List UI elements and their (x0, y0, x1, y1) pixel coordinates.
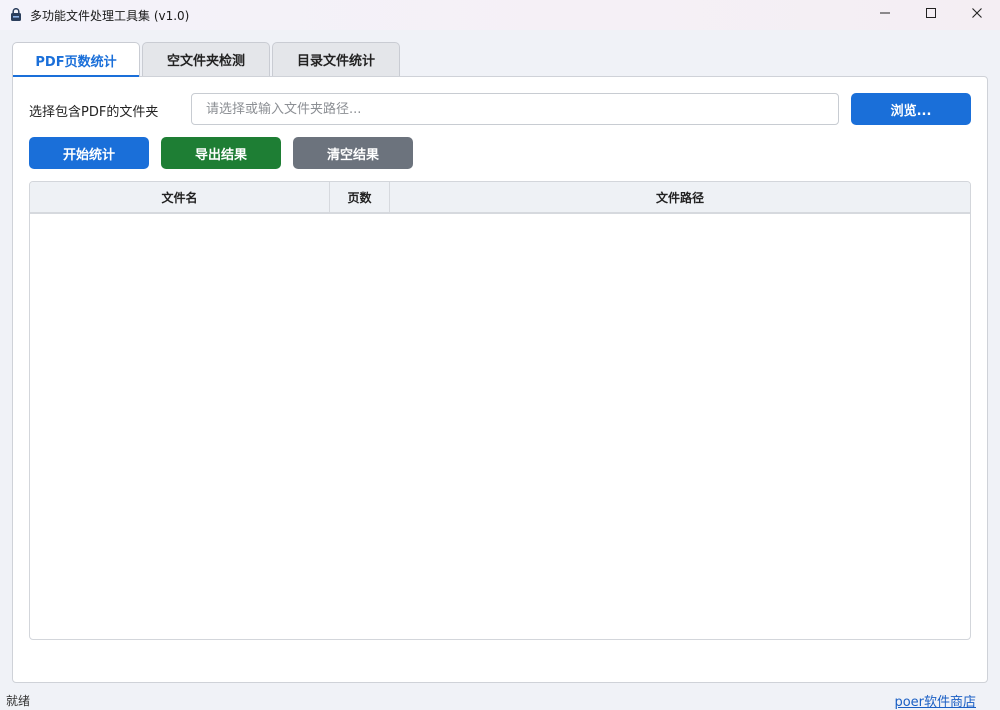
window-title: 多功能文件处理工具集 (v1.0) (30, 9, 190, 23)
column-header-filename[interactable]: 文件名 (30, 182, 330, 212)
export-results-button[interactable]: 导出结果 (161, 137, 281, 169)
tab-panel: 选择包含PDF的文件夹 浏览... 开始统计 导出结果 清空结果 文件名 页数 … (12, 76, 988, 683)
tab-empty-folder-check[interactable]: 空文件夹检测 (142, 42, 270, 76)
start-count-button[interactable]: 开始统计 (29, 137, 149, 169)
status-text: 就绪 (6, 694, 31, 708)
title-bar: 多功能文件处理工具集 (v1.0) (0, 0, 1000, 30)
lock-icon (10, 8, 22, 22)
table-header: 文件名 页数 文件路径 (30, 182, 970, 214)
results-table[interactable]: 文件名 页数 文件路径 (29, 181, 971, 640)
close-button[interactable] (954, 0, 1000, 30)
browse-button[interactable]: 浏览... (851, 93, 971, 125)
folder-label: 选择包含PDF的文件夹 (29, 105, 159, 120)
status-bar: 就绪 poer软件商店 (0, 688, 1000, 710)
tab-pdf-page-count[interactable]: PDF页数统计 (12, 42, 140, 77)
tab-directory-file-stats[interactable]: 目录文件统计 (272, 42, 400, 76)
software-store-link[interactable]: poer软件商店 (894, 691, 976, 710)
folder-path-input[interactable] (191, 93, 839, 125)
minimize-icon (879, 7, 891, 23)
column-header-pages[interactable]: 页数 (330, 182, 390, 212)
column-header-filepath[interactable]: 文件路径 (390, 182, 970, 212)
clear-results-button[interactable]: 清空结果 (293, 137, 413, 169)
maximize-button[interactable] (908, 0, 954, 30)
minimize-button[interactable] (862, 0, 908, 30)
maximize-icon (925, 7, 937, 23)
close-icon (971, 7, 983, 23)
